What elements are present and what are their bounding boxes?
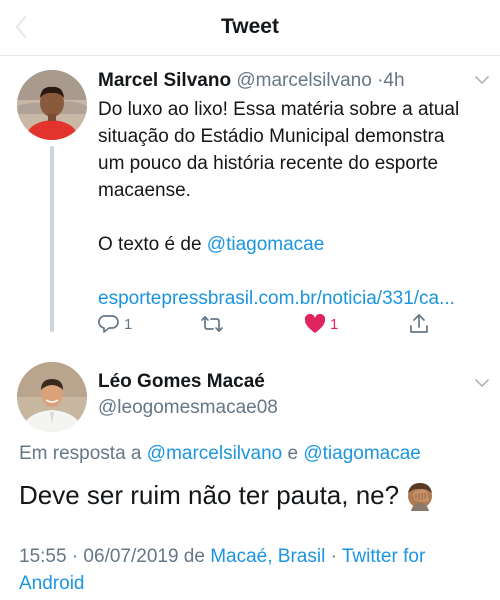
share-button[interactable] [408,312,430,336]
tweet-detail-screen: Tweet Marcel Silvano @marcelsilvano ·4h … [0,0,500,600]
tweet-actions: 1 1 [0,312,500,336]
meta-dot: · [325,546,342,567]
mention-link[interactable]: @tiagomacae [303,443,421,464]
retweet-icon [201,316,223,332]
avatar[interactable] [17,362,87,432]
tweet-meta: 15:55 · 06/07/2019 de Macaé, Brasil · Tw… [19,543,489,597]
tweet-time[interactable]: 4h [383,70,404,91]
credit-prefix: O texto é de [98,234,207,255]
share-icon [410,314,428,333]
tweet-header: Marcel Silvano @marcelsilvano ·4h [98,70,405,92]
author-name[interactable]: Marcel Silvano [98,70,231,91]
mention-link[interactable]: @marcelsilvano [147,443,282,464]
author-name[interactable]: Léo Gomes Macaé [98,371,265,393]
tweet-text-line: Do luxo ao lixo! Essa matéria sobre a at… [98,99,460,120]
credit-line: O texto é de @tiagomacae [98,231,490,258]
author-handle[interactable]: @leogomesmacae08 [98,397,278,419]
reply-button[interactable]: 1 [98,312,132,336]
page-title: Tweet [221,15,279,38]
tweet-text-line: um pouco da história recente do esporte [98,153,439,174]
like-button[interactable]: 1 [304,312,338,336]
tweet-text-line: situação do Estádio Municipal demonstra [98,126,445,147]
reply-joiner: e [282,443,304,464]
top-bar: Tweet [0,0,500,56]
tweet-text-line: macaense. [98,180,191,201]
like-count: 1 [330,315,339,333]
article-link[interactable]: esportepressbrasil.com.br/noticia/331/ca… [98,288,455,309]
avatar[interactable] [17,70,87,140]
retweet-button[interactable] [200,312,224,336]
reply-prefix: Em resposta a [19,443,147,464]
mention-link[interactable]: @tiagomacae [207,234,325,255]
tweet-text: Do luxo ao lixo! Essa matéria sobre a at… [98,96,490,312]
chevron-down-icon[interactable] [475,73,489,87]
timestamp: 15:55 · 06/07/2019 de [19,546,211,567]
author-handle[interactable]: @marcelsilvano [236,70,371,91]
tweet-text: Deve ser ruim não ter pauta, ne? [19,480,435,511]
tweet-text-content: Deve ser ruim não ter pauta, ne? [19,480,400,510]
reply-icon [98,315,119,333]
chevron-down-icon[interactable] [475,376,489,390]
thread-connector [50,146,54,332]
location-link[interactable]: Macaé, Brasil [210,546,325,567]
replying-to: Em resposta a @marcelsilvano e @tiagomac… [19,443,421,465]
reply-count: 1 [124,315,133,333]
heart-filled-icon [304,314,326,333]
facepalm-emoji-icon [408,482,433,511]
